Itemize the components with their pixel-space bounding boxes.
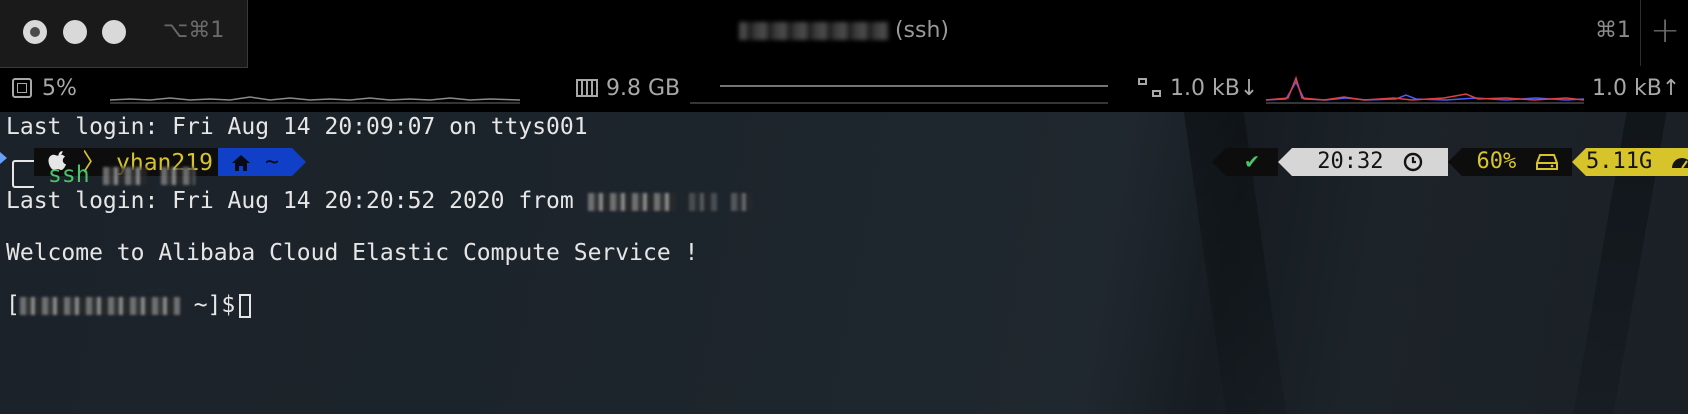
prompt-time-segment: 20:32 (1278, 148, 1448, 176)
cpu-graph (110, 96, 520, 104)
prompt-status-segment: ✔ (1212, 148, 1278, 176)
window-shortcut: ⌘1 (1595, 18, 1631, 43)
redacted-text (103, 166, 148, 185)
welcome-message: Welcome to Alibaba Cloud Elastic Compute… (6, 240, 699, 266)
memory-usage: 9.8 GB (606, 76, 681, 101)
prompt-battery-segment: 60% (1448, 148, 1572, 176)
text-cursor (239, 293, 252, 318)
prompt-time: 20:32 (1317, 149, 1384, 174)
prompt-marker (0, 152, 7, 164)
network-graph (1266, 75, 1584, 104)
prompt-dir: ~ (265, 149, 279, 175)
cpu-usage: 5% (42, 76, 77, 101)
drive-icon (1535, 154, 1558, 170)
memory-graph (690, 85, 1108, 104)
title-bar: ⌥⌘1 (ssh) ⌘1 + (0, 0, 1688, 68)
redacted-host (738, 22, 889, 40)
memory-icon (576, 79, 598, 97)
last-login-remote: Last login: Fri Aug 14 20:20:52 2020 fro… (6, 188, 754, 214)
window-title-suffix: (ssh) (894, 18, 950, 43)
network-icon (1138, 78, 1164, 100)
remote-prompt-open: [ (6, 292, 20, 318)
redacted-text (689, 192, 718, 211)
command-line: ssh (48, 162, 196, 188)
network-up: 1.0 kB↑ (1592, 76, 1681, 101)
prompt-memory: 5.11G (1586, 149, 1653, 174)
window-title: (ssh) (0, 18, 1688, 43)
home-icon (232, 154, 251, 171)
network-down: 1.0 kB↓ (1170, 76, 1259, 101)
gauge-icon (1672, 158, 1688, 169)
status-bar: 5% 9.8 GB 1.0 kB↓ 1.0 kB↑ (0, 68, 1688, 110)
terminal-pane[interactable]: Last login: Fri Aug 14 20:09:07 on ttys0… (0, 112, 1688, 414)
prompt-battery: 60% (1476, 149, 1517, 174)
redacted-text (587, 192, 676, 211)
redacted-text (161, 166, 196, 185)
cpu-icon (12, 78, 32, 98)
last-login-local: Last login: Fri Aug 14 20:09:07 on ttys0… (6, 114, 588, 140)
prompt-dir-segment: ~ (218, 148, 306, 176)
prompt-frame (12, 160, 34, 188)
remote-prompt-close: ~]$ (179, 292, 236, 318)
command-text: ssh (48, 162, 90, 188)
new-tab-button[interactable]: + (1650, 10, 1680, 51)
redacted-text (19, 296, 180, 315)
clock-icon (1403, 152, 1422, 172)
remote-prompt[interactable]: [ ~]$ (6, 292, 252, 318)
last-login-remote-text: Last login: Fri Aug 14 20:20:52 2020 fro… (6, 188, 574, 214)
tab-divider (1640, 0, 1641, 66)
redacted-text (731, 192, 754, 211)
prompt-memory-segment: 5.11G (1572, 148, 1688, 176)
check-icon: ✔ (1245, 149, 1259, 174)
